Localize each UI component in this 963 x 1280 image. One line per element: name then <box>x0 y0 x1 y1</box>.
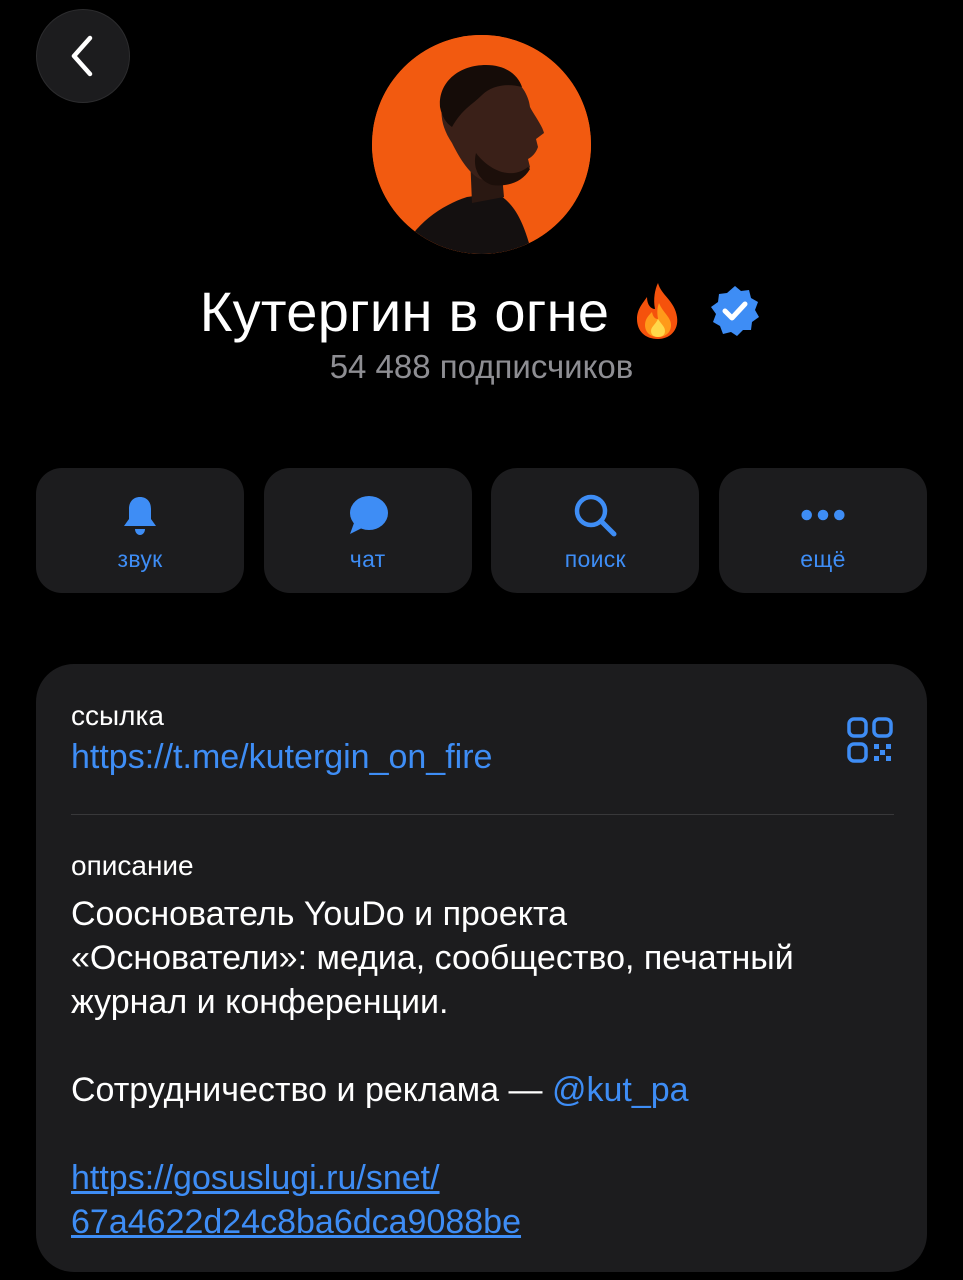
more-button-label: ещё <box>800 546 846 572</box>
channel-title: Кутергин в огне <box>199 279 610 343</box>
channel-description: Сооснователь YouDo и проекта «Основатели… <box>71 892 901 1244</box>
bell-icon <box>117 492 163 538</box>
link-label: ссылка <box>71 700 164 731</box>
search-icon <box>572 492 618 538</box>
search-button[interactable]: поиск <box>491 468 700 593</box>
description-line: Сооснователь YouDo и проекта <box>71 895 568 933</box>
qr-code-icon <box>847 717 893 763</box>
more-button[interactable]: ещё <box>718 468 927 593</box>
chevron-left-icon <box>71 35 93 77</box>
chat-button-label: чат <box>349 546 386 572</box>
gosuslugi-link-line[interactable]: https://gosuslugi.ru/snet/ <box>71 1156 901 1200</box>
subscriber-count: 54 488 подписчиков <box>329 348 634 385</box>
chat-bubble-icon <box>345 492 391 538</box>
gosuslugi-link[interactable]: https://gosuslugi.ru/snet/ 67a4622d24c8b… <box>71 1156 901 1244</box>
channel-link[interactable]: https://t.me/kutergin_on_fire <box>71 738 492 777</box>
gosuslugi-link-line[interactable]: 67a4622d24c8ba6dca9088be <box>71 1200 901 1244</box>
channel-title-row: Кутергин в огне <box>0 276 963 346</box>
contact-mention-link[interactable]: @kut_pa <box>552 1071 689 1109</box>
search-button-label: поиск <box>564 546 626 572</box>
sound-button-label: звук <box>117 546 163 572</box>
chat-button[interactable]: чат <box>263 468 472 593</box>
back-button[interactable] <box>36 9 130 103</box>
description-label: описание <box>71 850 194 881</box>
verified-badge-icon <box>707 283 763 339</box>
description-line: журнал и конференции. <box>71 983 449 1021</box>
qr-code-button[interactable] <box>846 716 894 764</box>
contact-text: Сотрудничество и реклама — <box>71 1071 552 1109</box>
description-line: «Основатели»: медиа, сообщество, печатны… <box>71 939 794 977</box>
avatar-portrait-image <box>372 35 591 254</box>
fire-emoji-icon <box>631 281 685 341</box>
contact-line: Сотрудничество и реклама — @kut_pa <box>71 1068 901 1112</box>
channel-avatar[interactable] <box>372 35 591 254</box>
more-dots-icon <box>800 492 846 538</box>
info-divider <box>71 814 894 815</box>
channel-info-card: ссылка https://t.me/kutergin_on_fire опи… <box>36 664 927 1272</box>
sound-button[interactable]: звук <box>36 468 244 593</box>
action-bar: звук чат поиск ещё <box>36 468 927 593</box>
